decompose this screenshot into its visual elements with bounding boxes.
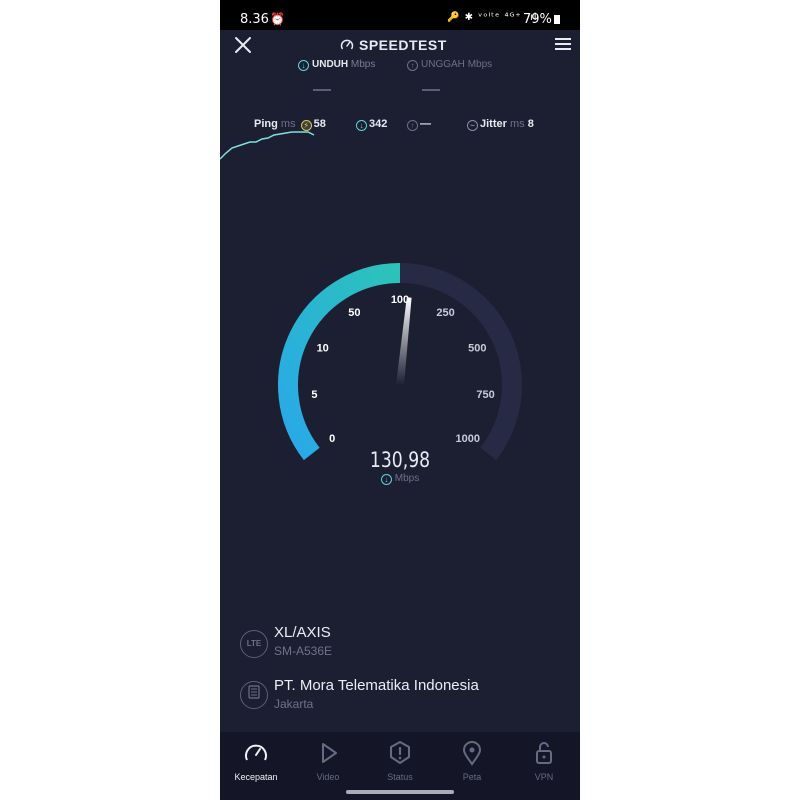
gauge-tick-label: 250	[436, 307, 454, 319]
gauge-fill	[278, 263, 401, 461]
speed-sparkline	[220, 131, 315, 160]
speed-download-icon: ↓	[380, 474, 392, 485]
nav-status[interactable]: Status	[364, 738, 436, 788]
nav-vpn[interactable]: VPN	[508, 738, 580, 788]
close-icon[interactable]	[232, 34, 254, 56]
gauge-tick-label: 1000	[456, 433, 480, 445]
alert-icon	[390, 741, 410, 764]
nav-label-video: Video	[316, 772, 340, 782]
lte-icon: LTE	[240, 630, 268, 658]
gauge-needle	[396, 297, 412, 386]
speed-unit-row: ↓ Mbps	[220, 473, 580, 485]
alarm-icon: ⏰	[270, 12, 285, 26]
download-header: ↓ UNDUH Mbps	[298, 59, 375, 71]
upload-label: UNGGAH	[421, 59, 465, 70]
jitter-value: 8	[527, 118, 534, 130]
nav-label-vpn: VPN	[534, 772, 554, 782]
gauge-tick-label: 100	[391, 294, 409, 306]
map-pin-icon	[462, 741, 482, 766]
jitter-label: Jitter	[480, 118, 507, 130]
ping-download-group: ↓ 342	[354, 118, 387, 131]
server-city: Jakarta	[274, 697, 314, 711]
ping-upload-group: ↑ —	[405, 118, 431, 131]
nav-label-peta: Peta	[462, 772, 482, 782]
download-value-placeholder	[313, 89, 331, 91]
upload-header: ↑ UNGGAH Mbps	[407, 59, 492, 71]
server-icon	[240, 681, 268, 709]
app-title-text: SPEEDTEST	[359, 37, 447, 53]
gauge-tick-label: 5	[311, 389, 317, 401]
status-bar: 8.36 ⏰ 🔑 ✱ ᵛᵒˡᵗᵉ ⁴ᴳ⁺ .ıl 79%	[220, 0, 580, 30]
speed-unit: Mbps	[394, 473, 420, 484]
battery-percent: 79%	[523, 12, 552, 27]
lock-icon	[536, 742, 552, 764]
gauge-tick-label: 10	[317, 342, 329, 354]
play-icon	[322, 743, 337, 763]
status-time: 8.36	[240, 12, 269, 27]
jitter-unit: ms	[509, 118, 525, 130]
gauge-tick-label: 500	[468, 342, 486, 354]
nav-peta[interactable]: Peta	[436, 738, 508, 788]
app-title: SPEEDTEST	[340, 37, 447, 53]
download-label: UNDUH	[312, 59, 349, 70]
app-header: SPEEDTEST	[220, 30, 580, 60]
jitter-icon: ~	[467, 120, 478, 131]
upload-value-placeholder	[422, 89, 440, 91]
menu-icon[interactable]	[554, 36, 572, 52]
ping-download-icon: ↓	[356, 120, 367, 131]
phone-screen: 8.36 ⏰ 🔑 ✱ ᵛᵒˡᵗᵉ ⁴ᴳ⁺ .ıl 79% SPEEDTEST ↓…	[220, 0, 580, 800]
upload-arrow-icon: ↑	[407, 60, 418, 71]
download-unit: Mbps	[350, 59, 376, 70]
speedtest-logo-icon	[340, 39, 354, 50]
home-indicator[interactable]	[346, 790, 454, 794]
speed-value: 130,98	[369, 448, 431, 472]
nav-label-status: Status	[387, 772, 413, 782]
speedometer-icon	[245, 744, 267, 761]
nav-video[interactable]: Video	[292, 738, 364, 788]
gauge-tick-label: 0	[329, 433, 335, 445]
download-arrow-icon: ↓	[298, 60, 309, 71]
jitter-group: ~ Jitter ms 8	[465, 118, 534, 131]
provider-name: XL/AXIS	[274, 624, 331, 641]
gauge-tick-label: 50	[348, 307, 360, 319]
nav-label-kecepatan: Kecepatan	[234, 772, 278, 782]
ping-download-value: 342	[369, 118, 388, 130]
server-name: PT. Mora Telematika Indonesia	[274, 677, 479, 694]
upload-unit: Mbps	[467, 59, 493, 70]
battery-indicator: 79%	[523, 12, 560, 27]
device-model: SM-A536E	[274, 644, 333, 658]
battery-icon	[553, 15, 560, 24]
ping-upload-value: —	[420, 118, 431, 130]
gauge-tick-label: 750	[476, 389, 494, 401]
ping-upload-icon: ↑	[407, 120, 418, 131]
nav-kecepatan[interactable]: Kecepatan	[220, 738, 292, 788]
